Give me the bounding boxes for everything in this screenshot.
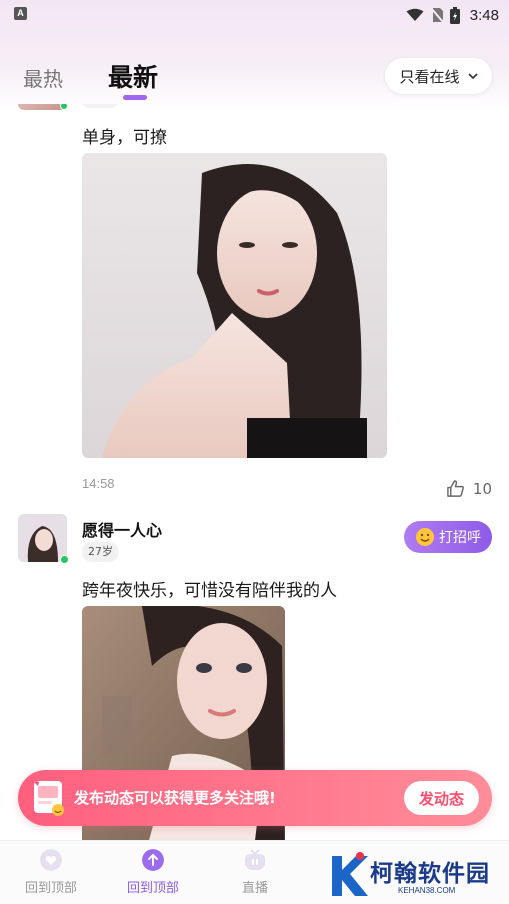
publish-post-button[interactable]: 发动态 (404, 781, 479, 815)
portrait-image (82, 153, 387, 458)
watermark-subtitle: KEHAN38.COM (398, 886, 456, 895)
post-feed[interactable]: 单身，可撩 14:58 10 愿得一人心 27岁 打招呼 跨年夜快乐，可惜没有陪… (0, 104, 509, 840)
nav-label: 回到顶部 (126, 881, 179, 896)
watermark-title: 柯翰软件园 (370, 861, 490, 887)
chevron-down-icon (467, 73, 478, 79)
tab-hot[interactable]: 最热 (23, 63, 63, 92)
post-card-icon (34, 781, 64, 816)
nav-label: 回到顶部 (24, 881, 77, 896)
tab-new[interactable]: 最新 (108, 58, 158, 94)
status-bar: A 3:48 (0, 0, 509, 30)
nav-item-home[interactable]: 回到顶部 (11, 849, 91, 896)
online-filter-label: 只看在线 (399, 67, 460, 86)
arrow-up-icon (142, 849, 164, 871)
avatar[interactable] (18, 514, 67, 562)
clock: 3:48 (469, 6, 499, 24)
nav-label: 直播 (241, 881, 268, 896)
wave-emoji-icon (416, 528, 434, 546)
online-indicator (60, 104, 68, 110)
nav-item-back-to-top[interactable]: 回到顶部 (113, 849, 193, 896)
banner-text: 发布动态可以获得更多关注哦! (74, 789, 276, 807)
greet-label: 打招呼 (439, 530, 481, 546)
no-sim-icon (430, 7, 444, 23)
post-text: 跨年夜快乐，可惜没有陪伴我的人 (82, 581, 337, 601)
tv-icon (245, 849, 265, 870)
post-time: 14:58 (82, 476, 115, 491)
feed-tabs: 最热 最新 只看在线 (0, 52, 509, 104)
like-button[interactable]: 10 (446, 479, 492, 498)
greet-button[interactable]: 打招呼 (404, 521, 492, 553)
publish-prompt-banner[interactable]: 发布动态可以获得更多关注哦! 发动态 (18, 770, 492, 826)
battery-icon (449, 6, 460, 24)
nav-item-live[interactable]: 直播 (215, 849, 295, 896)
online-indicator (60, 555, 69, 564)
thumbs-up-icon (447, 480, 464, 497)
post-text: 单身，可撩 (82, 128, 167, 148)
username[interactable]: 愿得一人心 (82, 517, 162, 541)
active-tab-indicator (123, 95, 147, 100)
age-tag: 27岁 (82, 542, 119, 562)
watermark-logo: 柯翰软件园 KEHAN38.COM (328, 850, 498, 902)
app-notification-icon: A (14, 7, 27, 20)
avatar[interactable] (18, 104, 66, 110)
online-filter-button[interactable]: 只看在线 (385, 58, 492, 94)
age-tag (82, 104, 118, 108)
post-photo[interactable] (82, 153, 387, 458)
publish-post-label: 发动态 (418, 789, 464, 808)
k-logo-icon (332, 852, 368, 896)
heart-icon (40, 849, 62, 871)
like-count: 10 (472, 479, 492, 498)
wifi-icon (406, 8, 424, 21)
